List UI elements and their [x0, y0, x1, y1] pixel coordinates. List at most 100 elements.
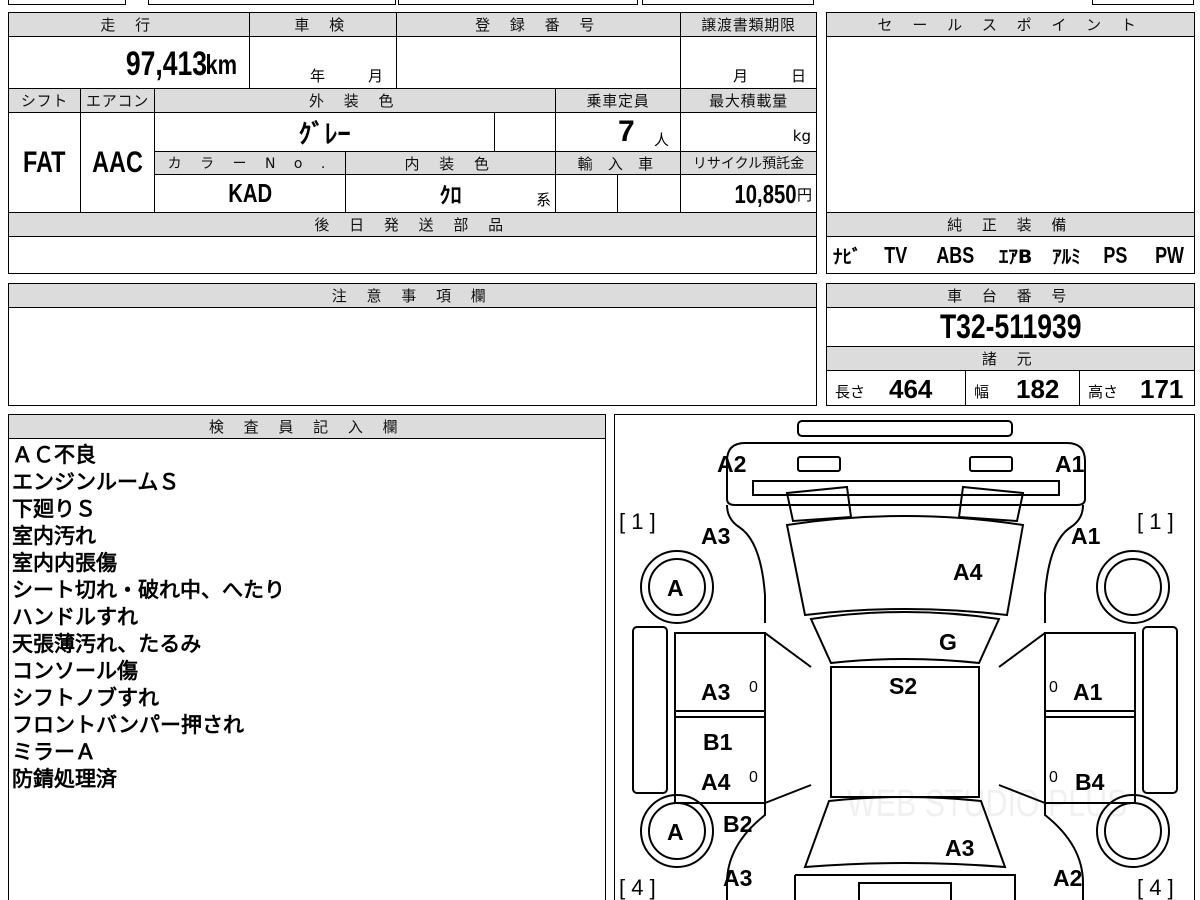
recycle-fee-unit: 円 — [796, 186, 812, 204]
chassis-cell: T32-511939 — [826, 307, 1195, 347]
inspector-label: 検 査 員 記 入 欄 — [8, 414, 606, 439]
inspection-month-label: 月 — [368, 67, 384, 85]
bracket-rear-right: [ 4 ] — [1137, 875, 1174, 900]
interior-color-suffix: 系 — [535, 191, 551, 209]
note-line: シフトノブすれ — [12, 686, 159, 710]
color-no-label: カ ラ ー N o . — [154, 151, 346, 175]
label-front-door-left: A3 — [701, 679, 731, 705]
caution-label: 注 意 事 項 欄 — [8, 283, 817, 308]
inspection-year-label: 年 — [310, 67, 326, 85]
mileage-value: 97,413 — [125, 45, 207, 83]
label-zero-mark: 0 — [749, 769, 758, 786]
label-rear-quarter-left: B2 — [723, 811, 753, 837]
recycle-fee-value: 10,850 — [734, 179, 797, 209]
note-line: 天張薄汚れ、たるみ — [12, 632, 202, 656]
label-rear-door-left-top: B1 — [703, 729, 733, 755]
import-label: 輸 入 車 — [555, 151, 681, 175]
spec-height-label: 高さ — [1088, 383, 1119, 401]
capacity-cell: 7 人 — [555, 112, 681, 152]
transfer-day-label: 日 — [791, 67, 807, 85]
note-line: フロントバンパー押され — [12, 713, 245, 737]
max-load-label: 最大積載量 — [680, 88, 817, 113]
car-outline-diagram — [632, 420, 1178, 900]
interior-color-label: 内 装 色 — [345, 151, 556, 175]
note-line: エンジンルームＳ — [12, 470, 180, 494]
sales-point-cell — [826, 36, 1195, 213]
spec-height-cell: 高さ 171 — [1079, 370, 1195, 406]
note-line: 室内内張傷 — [12, 551, 117, 575]
note-line: シート切れ・破れ中、へたり — [12, 578, 285, 602]
spec-width-cell: 幅 182 — [965, 370, 1080, 406]
note-line: ハンドルすれ — [12, 605, 138, 629]
recycle-fee-label: リサイクル預託金 — [680, 151, 817, 175]
max-load-unit: kg — [792, 127, 811, 145]
color-no-cell: KAD — [154, 174, 346, 213]
label-zero-mark: 0 — [1049, 679, 1058, 696]
label-fender-left: A3 — [701, 523, 731, 549]
exterior-color-label: 外 装 色 — [154, 88, 556, 113]
note-line: 下廻りＳ — [12, 497, 96, 521]
exterior-color-value: ｸﾞﾚｰ — [298, 119, 351, 150]
inspector-notes: ＡＣ不良 エンジンルームＳ 下廻りＳ 室内汚れ 室内内張傷 シート切れ・破れ中、… — [12, 442, 285, 793]
mileage-unit: km — [204, 48, 237, 80]
registration-label: 登 録 番 号 — [396, 12, 681, 37]
equip-abs: ABS — [935, 241, 974, 268]
import-cell-b — [617, 174, 681, 213]
genuine-equipment-label: 純 正 装 備 — [826, 212, 1195, 237]
shift-cell: FAT — [8, 112, 81, 213]
genuine-equipment-cell: ﾅﾋﾞ TV ABS ｴｱB ｱﾙﾐ PS PW — [826, 236, 1195, 274]
bracket-front-right: [ 1 ] — [1137, 509, 1174, 534]
transfer-deadline-label: 譲渡書類期限 — [680, 12, 817, 37]
chassis-value: T32-511939 — [939, 307, 1082, 346]
equip-pw: PW — [1155, 241, 1184, 268]
inspection-cell: 年 月 — [249, 36, 397, 89]
capacity-unit: 人 — [654, 131, 670, 149]
bracket-rear-left: [ 4 ] — [619, 875, 656, 900]
import-cell-a — [555, 174, 618, 213]
exterior-color-code-cell — [494, 112, 556, 152]
label-rear-door-left: A4 — [701, 769, 731, 795]
aircon-value: AAC — [92, 145, 143, 179]
shift-value: FAT — [23, 145, 66, 179]
label-front-left: A2 — [717, 451, 747, 477]
interior-color-cell: ｸﾛ 系 — [345, 174, 556, 213]
sales-point-label: セ ー ル ス ポ イ ン ト — [826, 12, 1195, 37]
note-line: ミラーＡ — [12, 740, 96, 764]
interior-color-value: ｸﾛ — [439, 183, 462, 209]
label-rear-corner-right: A2 — [1053, 865, 1083, 891]
recycle-fee-cell: 10,850 円 — [680, 174, 817, 213]
mileage-label: 走 行 — [8, 12, 250, 37]
label-zero-mark: 0 — [749, 679, 758, 696]
note-line: ＡＣ不良 — [12, 443, 96, 467]
spec-height-value: 171 — [1140, 374, 1184, 404]
inspection-label: 車 検 — [249, 12, 397, 37]
label-tire-front-left: A — [667, 575, 684, 601]
label-hood: A4 — [953, 559, 983, 585]
registration-cell — [396, 36, 681, 89]
label-tire-rear-left: A — [667, 819, 684, 845]
shift-label: シフト — [8, 88, 81, 113]
label-roof: S2 — [889, 673, 918, 699]
specs-label: 諸 元 — [826, 346, 1195, 371]
equip-tv: TV — [884, 241, 908, 268]
spec-length-cell: 長さ 464 — [826, 370, 966, 406]
later-parts-label: 後 日 発 送 部 品 — [8, 212, 817, 237]
transfer-month-label: 月 — [733, 67, 749, 85]
spec-width-label: 幅 — [974, 383, 990, 401]
spec-width-value: 182 — [1016, 374, 1060, 404]
equip-ps: PS — [1103, 241, 1128, 268]
aircon-cell: AAC — [80, 112, 155, 213]
spec-length-value: 464 — [889, 374, 933, 404]
label-rear-quarter-left-low: A3 — [723, 865, 753, 891]
equip-nav: ﾅﾋﾞ — [833, 245, 862, 268]
aircon-label: エアコン — [80, 88, 155, 113]
equip-airbag: ｴｱB — [998, 245, 1033, 268]
label-front-right: A1 — [1055, 451, 1085, 477]
label-front-door-right: A1 — [1073, 679, 1103, 705]
label-fender-right: A1 — [1071, 523, 1101, 549]
spec-length-label: 長さ — [835, 383, 866, 401]
watermark: WEB STUDIO PLUS — [847, 783, 1128, 825]
label-windshield: G — [939, 629, 957, 655]
transfer-deadline-cell: 月 日 — [680, 36, 817, 89]
note-line: 室内汚れ — [12, 524, 96, 548]
